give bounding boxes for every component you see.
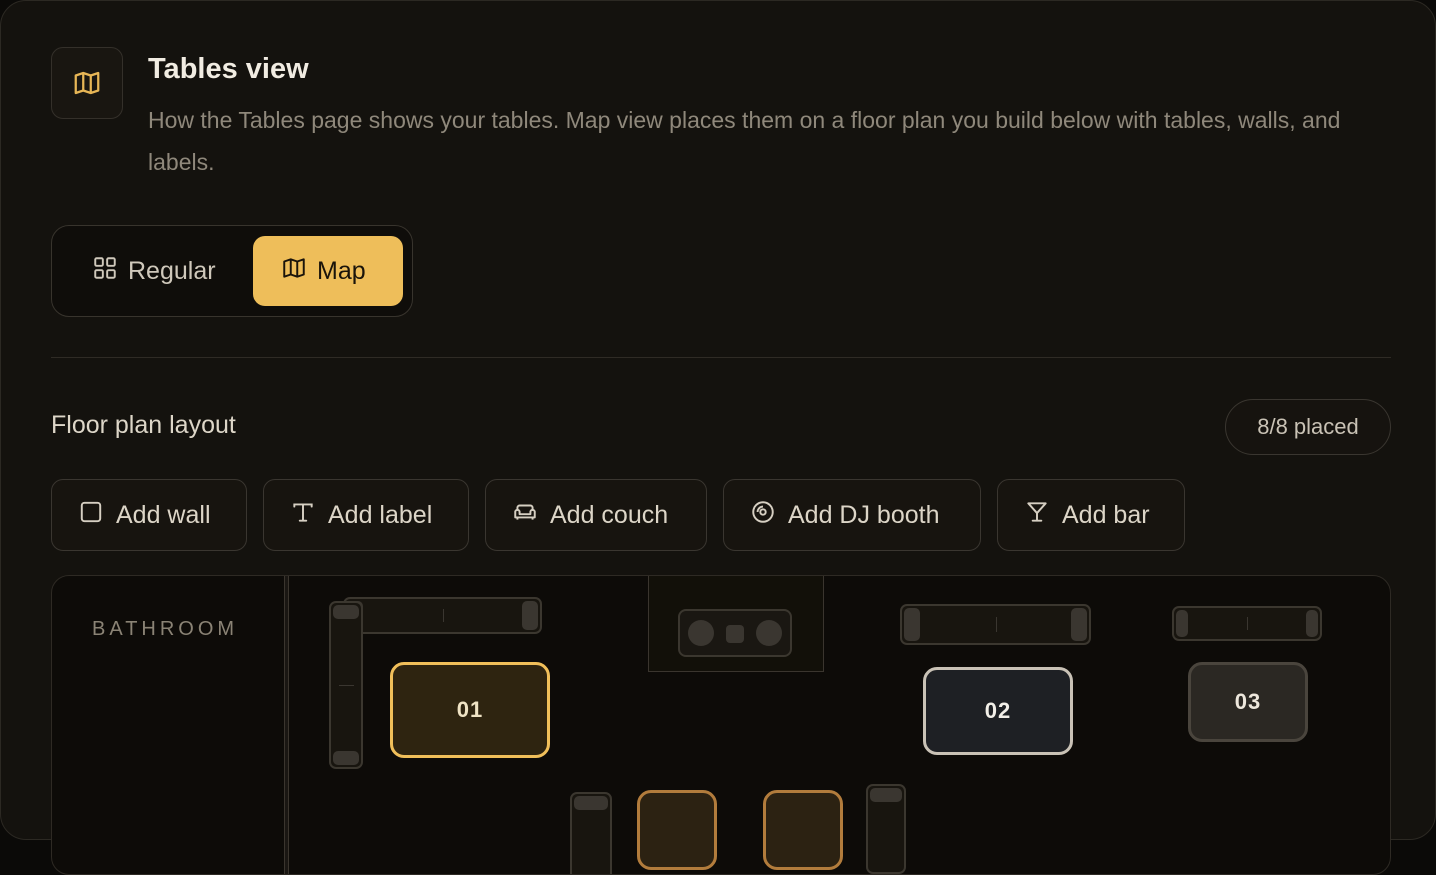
couch[interactable] xyxy=(329,601,363,769)
tool-label: Add couch xyxy=(550,500,669,529)
tool-label: Add bar xyxy=(1062,500,1150,529)
dj-booth[interactable] xyxy=(648,576,824,672)
view-option-regular[interactable]: Regular xyxy=(54,236,252,306)
couch[interactable] xyxy=(343,597,542,634)
map-icon xyxy=(51,47,123,119)
add-bar-button[interactable]: Add bar xyxy=(997,479,1185,551)
add-dj-booth-button[interactable]: Add DJ booth xyxy=(723,479,981,551)
floor-plan-title: Floor plan layout xyxy=(51,411,236,439)
add-wall-button[interactable]: Add wall xyxy=(51,479,247,551)
tool-label: Add wall xyxy=(116,500,211,529)
tool-label: Add DJ booth xyxy=(788,500,940,529)
cocktail-icon xyxy=(1024,499,1050,532)
view-toggle: Regular Map xyxy=(51,225,413,317)
view-option-label: Map xyxy=(317,256,366,285)
section-description: How the Tables page shows your tables. M… xyxy=(148,107,1341,175)
table-01[interactable]: 01 xyxy=(390,662,550,758)
placed-count-badge: 8/8 placed xyxy=(1225,399,1391,455)
wall[interactable] xyxy=(284,576,289,874)
table-04[interactable] xyxy=(637,790,717,870)
floor-plan-canvas[interactable]: BATHROOM 01 02 03 xyxy=(51,575,1391,875)
view-option-map[interactable]: Map xyxy=(253,236,403,306)
add-label-button[interactable]: Add label xyxy=(263,479,469,551)
section-title: Tables view xyxy=(148,53,309,85)
divider xyxy=(51,357,1391,358)
table-05[interactable] xyxy=(763,790,843,870)
square-icon xyxy=(78,499,104,532)
table-02[interactable]: 02 xyxy=(923,667,1073,755)
grid-icon xyxy=(92,255,118,288)
view-option-label: Regular xyxy=(128,256,216,285)
couch[interactable] xyxy=(1172,606,1322,641)
couch[interactable] xyxy=(900,604,1091,645)
disc-icon xyxy=(750,499,776,532)
text-icon xyxy=(290,499,316,532)
add-couch-button[interactable]: Add couch xyxy=(485,479,707,551)
couch-icon xyxy=(512,499,538,532)
couch[interactable] xyxy=(570,792,612,874)
couch[interactable] xyxy=(866,784,906,874)
map-icon xyxy=(281,255,307,288)
room-label[interactable]: BATHROOM xyxy=(92,618,238,641)
table-03[interactable]: 03 xyxy=(1188,662,1308,742)
tool-label: Add label xyxy=(328,500,433,529)
settings-card: Tables view How the Tables page shows yo… xyxy=(0,0,1436,875)
